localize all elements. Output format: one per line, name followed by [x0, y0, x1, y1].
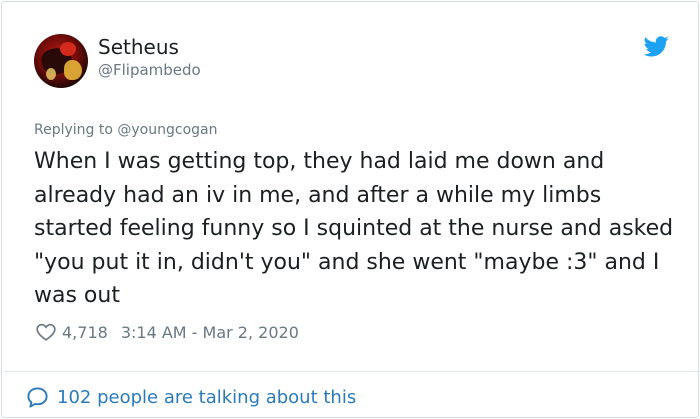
tweet-meta: 4,718 3:14 AM - Mar 2, 2020: [35, 320, 299, 344]
twitter-bird-icon[interactable]: [644, 36, 669, 57]
divider: [4, 371, 700, 372]
avatar[interactable]: [34, 34, 88, 88]
tweet-timestamp[interactable]: 3:14 AM - Mar 2, 2020: [121, 323, 299, 342]
conversation-label: 102 people are talking about this: [57, 386, 357, 408]
replying-prefix: Replying to: [34, 122, 118, 138]
speech-bubble-icon: [27, 386, 48, 408]
replying-to-line: Replying to @youngcogan: [34, 122, 217, 138]
tweet-card: Setheus @Flipambedo Replying to @youngco…: [1, 1, 700, 418]
conversation-link[interactable]: 102 people are talking about this: [26, 384, 356, 410]
author-name[interactable]: Setheus: [98, 35, 179, 59]
like-count: 4,718: [62, 322, 108, 342]
heart-icon[interactable]: [35, 321, 57, 343]
replying-to-mention[interactable]: @youngcogan: [117, 122, 217, 138]
tweet-text: When I was getting top, they had laid me…: [34, 149, 674, 308]
author-handle[interactable]: @Flipambedo: [98, 61, 201, 79]
